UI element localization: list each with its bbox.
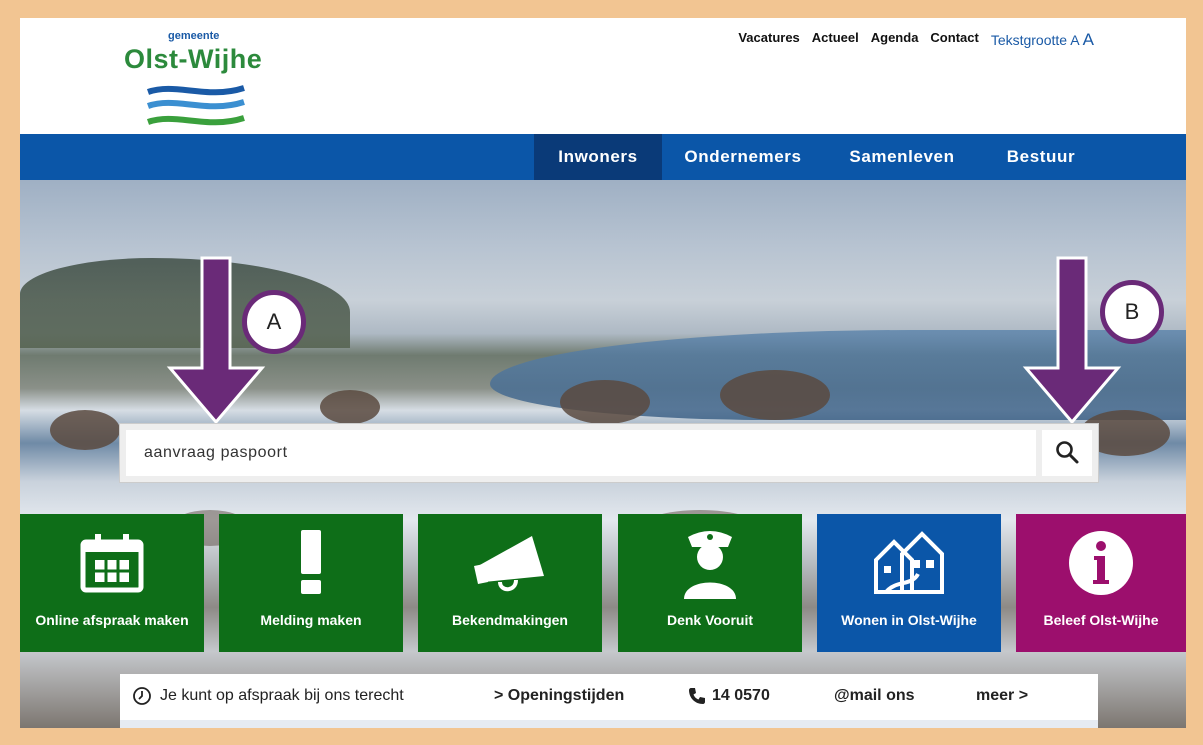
phone-number[interactable]: 14 0570 (712, 687, 770, 705)
tile-label: Denk Vooruit (666, 612, 754, 628)
houses-icon (817, 524, 1001, 602)
link-contact[interactable]: Contact (930, 30, 978, 50)
tile-beleef[interactable]: Beleef Olst-Wijhe (1016, 514, 1186, 652)
tile-label: Beleef Olst-Wijhe (1043, 612, 1159, 628)
more-link[interactable]: meer > (976, 687, 1028, 705)
tile-label: Melding maken (260, 612, 362, 628)
link-vacatures[interactable]: Vacatures (738, 30, 799, 50)
text-size-control[interactable]: Tekstgrootte A A (991, 30, 1094, 50)
nav-inwoners[interactable]: Inwoners (534, 134, 662, 180)
tile-denk-vooruit[interactable]: Denk Vooruit (618, 514, 802, 652)
main-navigation: Inwoners Ondernemers Samenleven Bestuur (20, 134, 1186, 180)
link-actueel[interactable]: Actueel (812, 30, 859, 50)
info-bar: Je kunt op afspraak bij ons terecht > Op… (120, 674, 1098, 720)
logo-waves-icon (146, 85, 245, 126)
arrow-down-icon (1022, 256, 1122, 424)
info-icon (1016, 524, 1186, 602)
info-bar-shadow (120, 720, 1098, 728)
appointment-text: Je kunt op afspraak bij ons terecht (160, 687, 404, 704)
police-officer-icon (618, 524, 802, 602)
tile-label: Wonen in Olst-Wijhe (841, 612, 977, 628)
tile-bekendmakingen[interactable]: Bekendmakingen (418, 514, 602, 652)
calendar-icon (20, 524, 204, 602)
nav-bestuur[interactable]: Bestuur (988, 134, 1094, 180)
annotation-marker-b: B (1100, 280, 1164, 344)
tile-wonen[interactable]: Wonen in Olst-Wijhe (817, 514, 1001, 652)
site-logo[interactable]: gemeente Olst-Wijhe (120, 28, 280, 138)
annotation-marker-a: A (242, 290, 306, 354)
nav-ondernemers[interactable]: Ondernemers (670, 134, 816, 180)
top-links: Vacatures Actueel Agenda Contact Tekstgr… (738, 30, 1094, 50)
nav-samenleven[interactable]: Samenleven (832, 134, 972, 180)
exclamation-icon (219, 524, 403, 602)
page-frame: gemeente Olst-Wijhe Vacatures Actueel Ag… (20, 18, 1186, 728)
opening-hours-link[interactable]: > Openingstijden (494, 687, 624, 705)
search-button[interactable] (1042, 430, 1092, 476)
link-agenda[interactable]: Agenda (871, 30, 919, 50)
tile-online-afspraak[interactable]: Online afspraak maken (20, 514, 204, 652)
text-size-label: Tekstgrootte A (990, 32, 1079, 48)
phone-icon (689, 688, 705, 704)
text-size-large[interactable]: A (1083, 30, 1094, 49)
clock-icon (133, 687, 151, 705)
megaphone-icon (418, 524, 602, 602)
search-input[interactable] (126, 430, 1036, 476)
tile-melding-maken[interactable]: Melding maken (219, 514, 403, 652)
search-icon (1056, 440, 1079, 463)
tile-label: Bekendmakingen (452, 612, 568, 628)
tile-label: Online afspraak maken (35, 612, 189, 628)
logo-main-text: Olst-Wijhe (124, 44, 263, 74)
logo-small-text: gemeente (168, 30, 220, 42)
mail-link[interactable]: @mail ons (834, 687, 915, 705)
search-box (120, 424, 1098, 482)
